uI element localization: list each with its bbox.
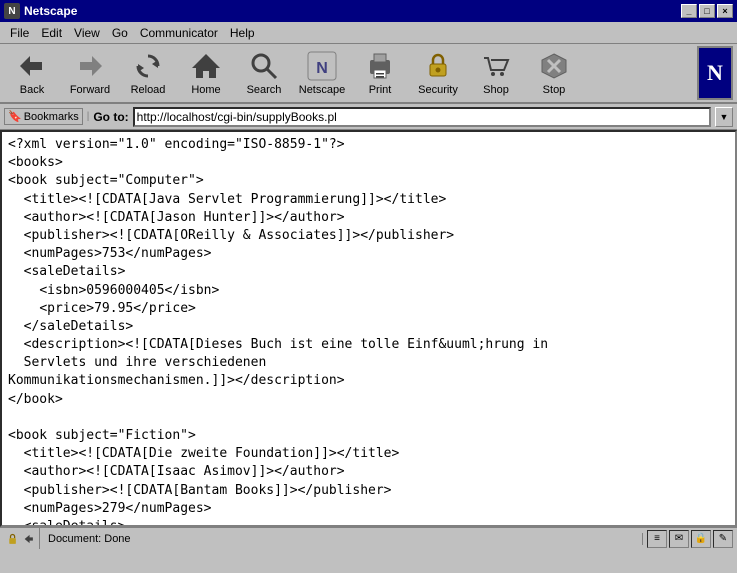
- back-button[interactable]: Back: [4, 46, 60, 100]
- title-bar: N Netscape _ □ ×: [0, 0, 737, 22]
- status-text: Document: Done: [40, 533, 643, 545]
- goto-label: Go to:: [93, 110, 128, 124]
- print-label: Print: [369, 84, 392, 96]
- svg-text:N: N: [316, 60, 328, 77]
- forward-label: Forward: [70, 84, 110, 96]
- title-bar-left: N Netscape: [4, 3, 77, 19]
- maximize-button[interactable]: □: [699, 4, 715, 18]
- stop-label: Stop: [543, 84, 566, 96]
- reload-button[interactable]: Reload: [120, 46, 176, 100]
- netscape-button[interactable]: N Netscape: [294, 46, 350, 100]
- back-icon: [16, 50, 48, 82]
- menu-communicator[interactable]: Communicator: [134, 24, 224, 42]
- shop-icon: [480, 50, 512, 82]
- minimize-button[interactable]: _: [681, 4, 697, 18]
- menu-file[interactable]: File: [4, 24, 35, 42]
- print-icon: [364, 50, 396, 82]
- address-dropdown[interactable]: ▼: [715, 107, 733, 127]
- menu-go[interactable]: Go: [106, 24, 134, 42]
- stop-icon: [538, 50, 570, 82]
- forward-icon: [74, 50, 106, 82]
- bookmarks-button[interactable]: 🔖 Bookmarks: [4, 108, 83, 125]
- search-toolbar-icon: [248, 50, 280, 82]
- reload-icon: [132, 50, 164, 82]
- divider-icon: |: [87, 111, 90, 122]
- bookmarks-label: Bookmarks: [24, 111, 79, 123]
- reload-label: Reload: [131, 84, 166, 96]
- security-icon: [422, 50, 454, 82]
- title-bar-buttons: _ □ ×: [681, 4, 733, 18]
- menu-view[interactable]: View: [68, 24, 106, 42]
- forward-button[interactable]: Forward: [62, 46, 118, 100]
- status-icon-4: ✎: [713, 530, 733, 548]
- netscape-title-icon: N: [4, 3, 20, 19]
- shop-button[interactable]: Shop: [468, 46, 524, 100]
- home-icon: [190, 50, 222, 82]
- menu-edit[interactable]: Edit: [35, 24, 68, 42]
- home-label: Home: [191, 84, 220, 96]
- status-right-icons: ≡ ✉ 🔒 ✎: [643, 530, 737, 548]
- title-bar-text: Netscape: [24, 4, 77, 18]
- status-left-icons: [0, 528, 40, 549]
- netscape-logo-letter: N: [707, 60, 723, 86]
- print-button[interactable]: Print: [352, 46, 408, 100]
- xml-content: <?xml version="1.0" encoding="ISO-8859-1…: [8, 136, 729, 527]
- security-button[interactable]: Security: [410, 46, 466, 100]
- shop-label: Shop: [483, 84, 509, 96]
- status-bar: Document: Done ≡ ✉ 🔒 ✎: [0, 527, 737, 549]
- security-label: Security: [418, 84, 458, 96]
- status-icon-1: ≡: [647, 530, 667, 548]
- netscape-icon: N: [306, 50, 338, 82]
- menu-bar: File Edit View Go Communicator Help: [0, 22, 737, 44]
- status-lock-icon: [6, 532, 19, 546]
- menu-help[interactable]: Help: [224, 24, 261, 42]
- content-area[interactable]: <?xml version="1.0" encoding="ISO-8859-1…: [0, 130, 737, 527]
- address-bar: 🔖 Bookmarks | Go to: ▼: [0, 104, 737, 130]
- search-label: Search: [247, 84, 282, 96]
- netscape-logo: N: [697, 46, 733, 100]
- address-input[interactable]: [133, 107, 711, 127]
- bookmark-icon: 🔖: [8, 110, 22, 123]
- back-label: Back: [20, 84, 44, 96]
- status-arrow-icon: [23, 532, 33, 546]
- toolbar: Back Forward Reload Home: [0, 44, 737, 104]
- stop-button[interactable]: Stop: [526, 46, 582, 100]
- status-icon-2: ✉: [669, 530, 689, 548]
- search-button[interactable]: Search: [236, 46, 292, 100]
- netscape-label: Netscape: [299, 84, 345, 96]
- home-button[interactable]: Home: [178, 46, 234, 100]
- status-icon-3: 🔒: [691, 530, 711, 548]
- close-button[interactable]: ×: [717, 4, 733, 18]
